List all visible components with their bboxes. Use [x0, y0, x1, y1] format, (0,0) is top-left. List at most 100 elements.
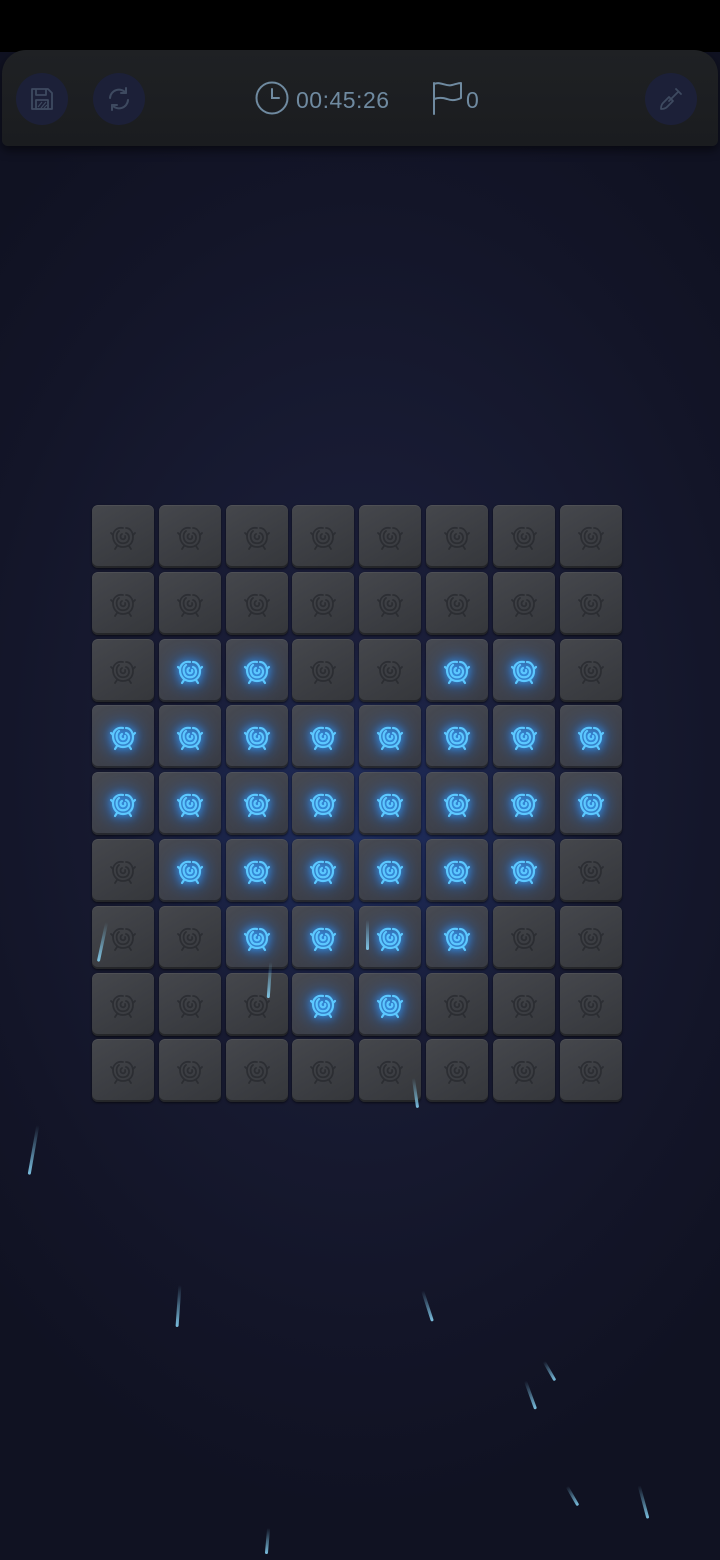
hidden-cell[interactable] [292, 1039, 354, 1102]
revealed-cell[interactable] [226, 772, 288, 835]
revealed-cell[interactable] [92, 772, 154, 835]
hidden-cell[interactable] [292, 639, 354, 702]
rose-icon [308, 722, 338, 752]
hidden-cell[interactable] [560, 572, 622, 635]
hidden-cell[interactable] [426, 973, 488, 1036]
hidden-cell[interactable] [493, 906, 555, 969]
hidden-cell[interactable] [92, 572, 154, 635]
dig-button[interactable] [645, 73, 697, 125]
revealed-cell[interactable] [493, 639, 555, 702]
rose-icon [175, 522, 205, 552]
rose-icon [375, 656, 405, 686]
hidden-cell[interactable] [493, 973, 555, 1036]
revealed-cell[interactable] [493, 705, 555, 768]
hidden-cell[interactable] [226, 505, 288, 568]
rain-drop [175, 1284, 182, 1328]
rose-icon [242, 923, 272, 953]
rose-icon [375, 589, 405, 619]
hidden-cell[interactable] [92, 973, 154, 1036]
hidden-cell[interactable] [159, 572, 221, 635]
hidden-cell[interactable] [159, 906, 221, 969]
hidden-cell[interactable] [92, 1039, 154, 1102]
hidden-cell[interactable] [359, 639, 421, 702]
hidden-cell[interactable] [493, 572, 555, 635]
rose-icon [375, 789, 405, 819]
revealed-cell[interactable] [359, 705, 421, 768]
hidden-cell[interactable] [560, 839, 622, 902]
hidden-cell[interactable] [426, 1039, 488, 1102]
rose-icon [576, 522, 606, 552]
hidden-cell[interactable] [159, 1039, 221, 1102]
rose-icon [108, 990, 138, 1020]
revealed-cell[interactable] [226, 639, 288, 702]
revealed-cell[interactable] [359, 973, 421, 1036]
hidden-cell[interactable] [226, 973, 288, 1036]
rain-drop [523, 1380, 538, 1410]
hidden-cell[interactable] [359, 505, 421, 568]
rose-icon [108, 1056, 138, 1086]
revealed-cell[interactable] [426, 639, 488, 702]
revealed-cell[interactable] [560, 772, 622, 835]
rose-icon [375, 990, 405, 1020]
game-screen: 00:45:26 0 [0, 0, 720, 1560]
rose-icon [442, 789, 472, 819]
hidden-cell[interactable] [226, 572, 288, 635]
rose-icon [576, 656, 606, 686]
rain-drop [637, 1485, 650, 1519]
hidden-cell[interactable] [493, 1039, 555, 1102]
revealed-cell[interactable] [159, 839, 221, 902]
revealed-cell[interactable] [226, 906, 288, 969]
revealed-cell[interactable] [426, 772, 488, 835]
rose-icon [308, 923, 338, 953]
status-bar [0, 0, 720, 52]
revealed-cell[interactable] [493, 839, 555, 902]
rose-icon [242, 522, 272, 552]
revealed-cell[interactable] [292, 839, 354, 902]
revealed-cell[interactable] [426, 705, 488, 768]
hidden-cell[interactable] [560, 505, 622, 568]
revealed-cell[interactable] [226, 839, 288, 902]
revealed-cell[interactable] [359, 839, 421, 902]
flag-count: 0 [466, 86, 479, 113]
revealed-cell[interactable] [159, 639, 221, 702]
rose-icon [509, 656, 539, 686]
restart-button[interactable] [93, 73, 145, 125]
hidden-cell[interactable] [359, 1039, 421, 1102]
rose-icon [175, 856, 205, 886]
revealed-cell[interactable] [292, 705, 354, 768]
rose-icon [108, 856, 138, 886]
hidden-cell[interactable] [92, 839, 154, 902]
hidden-cell[interactable] [359, 572, 421, 635]
revealed-cell[interactable] [292, 772, 354, 835]
hidden-cell[interactable] [426, 505, 488, 568]
rose-icon [576, 1056, 606, 1086]
revealed-cell[interactable] [159, 772, 221, 835]
hidden-cell[interactable] [226, 1039, 288, 1102]
rose-icon [576, 722, 606, 752]
revealed-cell[interactable] [226, 705, 288, 768]
revealed-cell[interactable] [359, 772, 421, 835]
rose-icon [308, 990, 338, 1020]
rose-icon [442, 990, 472, 1020]
revealed-cell[interactable] [159, 705, 221, 768]
hidden-cell[interactable] [292, 505, 354, 568]
revealed-cell[interactable] [292, 973, 354, 1036]
revealed-cell[interactable] [426, 906, 488, 969]
hidden-cell[interactable] [560, 1039, 622, 1102]
hidden-cell[interactable] [560, 639, 622, 702]
revealed-cell[interactable] [426, 839, 488, 902]
hidden-cell[interactable] [493, 505, 555, 568]
hidden-cell[interactable] [426, 572, 488, 635]
hidden-cell[interactable] [92, 505, 154, 568]
save-button[interactable] [16, 73, 68, 125]
revealed-cell[interactable] [92, 705, 154, 768]
revealed-cell[interactable] [560, 705, 622, 768]
hidden-cell[interactable] [560, 906, 622, 969]
hidden-cell[interactable] [92, 639, 154, 702]
hidden-cell[interactable] [159, 505, 221, 568]
hidden-cell[interactable] [560, 973, 622, 1036]
hidden-cell[interactable] [159, 973, 221, 1036]
hidden-cell[interactable] [292, 572, 354, 635]
revealed-cell[interactable] [493, 772, 555, 835]
revealed-cell[interactable] [292, 906, 354, 969]
